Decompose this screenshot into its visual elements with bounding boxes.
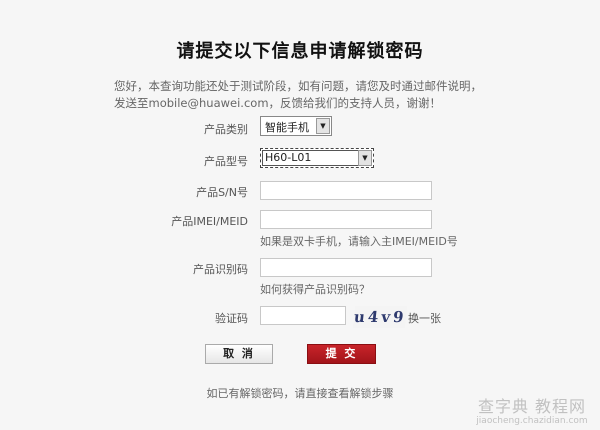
page-title: 请提交以下信息申请解锁密码: [176, 41, 424, 62]
site-watermark: 查字典 教程网 jiaocheng.chazidian.com: [468, 398, 596, 427]
intro-text: 您好，本查询功能还处于测试阶段，如有问题，请您及时通过邮件说明，发送至mobil…: [114, 79, 482, 110]
captcha-refresh-link[interactable]: 换一张: [408, 310, 441, 326]
model-select-value: H60-L01: [265, 151, 312, 164]
captcha-image[interactable]: u4v9: [352, 306, 407, 328]
watermark-sub: jiaocheng.chazidian.com: [476, 416, 588, 426]
imei-hint: 如果是双卡手机，请输入主IMEI/MEID号: [260, 235, 458, 248]
category-select-value: 智能手机: [265, 121, 309, 134]
product-id-label: 产品识别码: [193, 263, 248, 276]
imei-label: 产品IMEI/MEID: [171, 215, 248, 228]
model-label: 产品型号: [204, 155, 248, 168]
model-select[interactable]: H60-L01 ▼: [260, 148, 374, 168]
imei-input[interactable]: [260, 210, 432, 229]
watermark-main: 查字典 教程网: [477, 397, 587, 416]
unlock-request-page: 请提交以下信息申请解锁密码 您好，本查询功能还处于测试阶段，如有问题，请您及时通…: [0, 0, 600, 430]
submit-button[interactable]: 提 交: [307, 344, 376, 364]
captcha-label: 验证码: [215, 312, 248, 325]
chevron-down-icon: ▼: [358, 150, 372, 166]
category-select[interactable]: 智能手机 ▼: [260, 116, 332, 136]
product-id-input[interactable]: [260, 258, 432, 277]
category-label: 产品类别: [204, 123, 248, 136]
product-id-help-link[interactable]: 如何获得产品识别码？: [260, 281, 370, 297]
sn-input[interactable]: [260, 181, 432, 200]
chevron-down-icon: ▼: [316, 118, 330, 134]
sn-label: 产品S/N号: [196, 186, 248, 199]
captcha-input[interactable]: [260, 306, 346, 325]
cancel-button[interactable]: 取 消: [205, 344, 273, 364]
